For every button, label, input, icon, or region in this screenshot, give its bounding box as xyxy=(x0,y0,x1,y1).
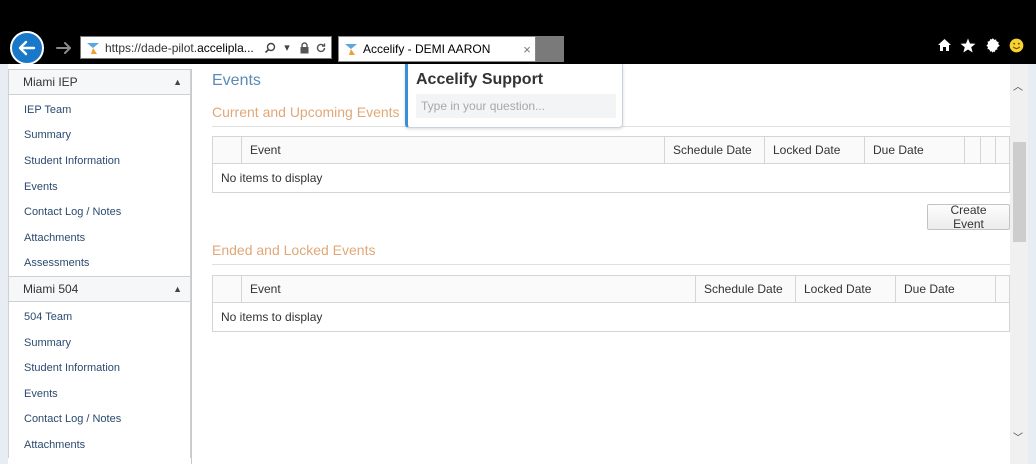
forward-button[interactable] xyxy=(54,38,74,58)
accelify-favicon-icon xyxy=(87,42,99,54)
grid-header: Event Schedule Date Locked Date Due Date xyxy=(213,276,1009,303)
sidebar-item-attachments[interactable]: Attachments xyxy=(9,432,190,458)
feedback-smiley-icon[interactable] xyxy=(1008,37,1024,53)
scroll-down-arrow-icon[interactable]: ﹀ xyxy=(1013,429,1023,444)
refresh-icon[interactable] xyxy=(314,40,328,56)
grid-extra-column xyxy=(980,137,995,163)
grid-extra-column xyxy=(964,137,980,163)
browser-toolbar-right xyxy=(936,37,1024,53)
panel-title: Miami 504 xyxy=(23,282,79,297)
sidebar: Miami IEP ▲ IEP Team Summary Student Inf… xyxy=(8,69,192,464)
section-title-ended: Ended and Locked Events xyxy=(212,242,376,258)
column-header-schedule-date[interactable]: Schedule Date xyxy=(695,276,795,302)
sidebar-item-events[interactable]: Events xyxy=(9,381,190,407)
column-header-due-date[interactable]: Due Date xyxy=(864,137,964,163)
support-title: Accelify Support xyxy=(416,71,544,88)
grid-extra-column xyxy=(995,276,1009,302)
grid-select-column[interactable] xyxy=(213,137,241,163)
sidebar-item-student-information[interactable]: Student Information xyxy=(9,148,190,174)
tab-close-icon[interactable]: × xyxy=(519,42,535,57)
ended-events-grid: Event Schedule Date Locked Date Due Date… xyxy=(212,275,1010,332)
back-button[interactable] xyxy=(10,31,44,65)
column-header-schedule-date[interactable]: Schedule Date xyxy=(664,137,764,163)
panel-body-miami-504: 504 Team Summary Student Information Eve… xyxy=(8,302,191,458)
column-header-locked-date[interactable]: Locked Date xyxy=(764,137,864,163)
grid-header: Event Schedule Date Locked Date Due Date xyxy=(213,137,1009,164)
sidebar-item-student-information[interactable]: Student Information xyxy=(9,355,190,381)
section-title-current: Current and Upcoming Events xyxy=(212,104,400,120)
page-scrollbar[interactable]: ︿ ﹀ xyxy=(1010,64,1028,464)
support-popup: Accelify Support xyxy=(405,64,623,128)
create-event-button[interactable]: Create Event xyxy=(927,203,1010,231)
search-icon[interactable] xyxy=(263,40,277,56)
home-icon[interactable] xyxy=(936,37,952,53)
browser-tab[interactable]: Accelify - DEMI AARON × xyxy=(338,36,536,62)
grid-extra-column xyxy=(995,137,1009,163)
panel-title: Miami IEP xyxy=(23,75,78,89)
collapse-caret-icon[interactable]: ▲ xyxy=(173,284,182,294)
settings-gear-icon[interactable] xyxy=(984,37,1000,53)
forward-arrow-icon xyxy=(56,42,71,54)
column-header-due-date[interactable]: Due Date xyxy=(895,276,995,302)
column-header-event[interactable]: Event xyxy=(241,276,695,302)
sidebar-item-attachments[interactable]: Attachments xyxy=(9,225,190,251)
panel-body-miami-iep: IEP Team Summary Student Information Eve… xyxy=(8,95,191,277)
lock-icon[interactable] xyxy=(297,40,311,56)
scroll-up-arrow-icon[interactable]: ︿ xyxy=(1013,78,1023,93)
current-events-grid: Event Schedule Date Locked Date Due Date… xyxy=(212,136,1010,193)
accelify-favicon-icon xyxy=(345,44,357,55)
window-frame-left xyxy=(0,64,8,464)
panel-header-miami-504[interactable]: Miami 504 ▲ xyxy=(8,276,191,303)
sidebar-item-contact-log[interactable]: Contact Log / Notes xyxy=(9,407,190,433)
section-divider xyxy=(212,264,1010,265)
column-header-event[interactable]: Event xyxy=(241,137,664,163)
sidebar-item-events[interactable]: Events xyxy=(9,174,190,200)
column-header-locked-date[interactable]: Locked Date xyxy=(795,276,895,302)
browser-chrome: https://dade-pilot.accelipla... ▾ Acceli… xyxy=(0,0,1036,65)
address-bar[interactable]: https://dade-pilot.accelipla... ▾ xyxy=(80,36,332,59)
new-tab-button[interactable] xyxy=(536,36,564,62)
tab-title: Accelify - DEMI AARON xyxy=(363,42,491,56)
sidebar-item-summary[interactable]: Summary xyxy=(9,330,190,356)
page-title: Events xyxy=(212,72,261,89)
sidebar-item-504-team[interactable]: 504 Team xyxy=(9,304,190,330)
url-text[interactable]: https://dade-pilot.accelipla... xyxy=(105,41,263,55)
collapse-caret-icon[interactable]: ▲ xyxy=(173,77,182,87)
favorites-star-icon[interactable] xyxy=(960,37,976,53)
sidebar-item-contact-log[interactable]: Contact Log / Notes xyxy=(9,199,190,225)
window-frame-right xyxy=(1028,64,1036,464)
back-arrow-icon xyxy=(18,40,36,56)
panel-header-miami-iep[interactable]: Miami IEP ▲ xyxy=(8,69,191,95)
url-domain: accelipla... xyxy=(197,40,254,55)
page-content: Miami IEP ▲ IEP Team Summary Student Inf… xyxy=(8,64,1028,464)
sidebar-item-assessments[interactable]: Assessments xyxy=(9,251,190,277)
sidebar-item-iep-team[interactable]: IEP Team xyxy=(9,97,190,123)
grid-empty-message: No items to display xyxy=(221,310,323,324)
scrollbar-thumb[interactable] xyxy=(1013,142,1026,242)
grid-select-column[interactable] xyxy=(213,276,241,302)
grid-empty-message: No items to display xyxy=(221,171,323,185)
sidebar-item-summary[interactable]: Summary xyxy=(9,123,190,149)
url-prefix: https://dade-pilot. xyxy=(105,40,198,55)
dropdown-arrow-icon[interactable]: ▾ xyxy=(280,40,294,56)
support-question-input[interactable] xyxy=(416,94,616,118)
